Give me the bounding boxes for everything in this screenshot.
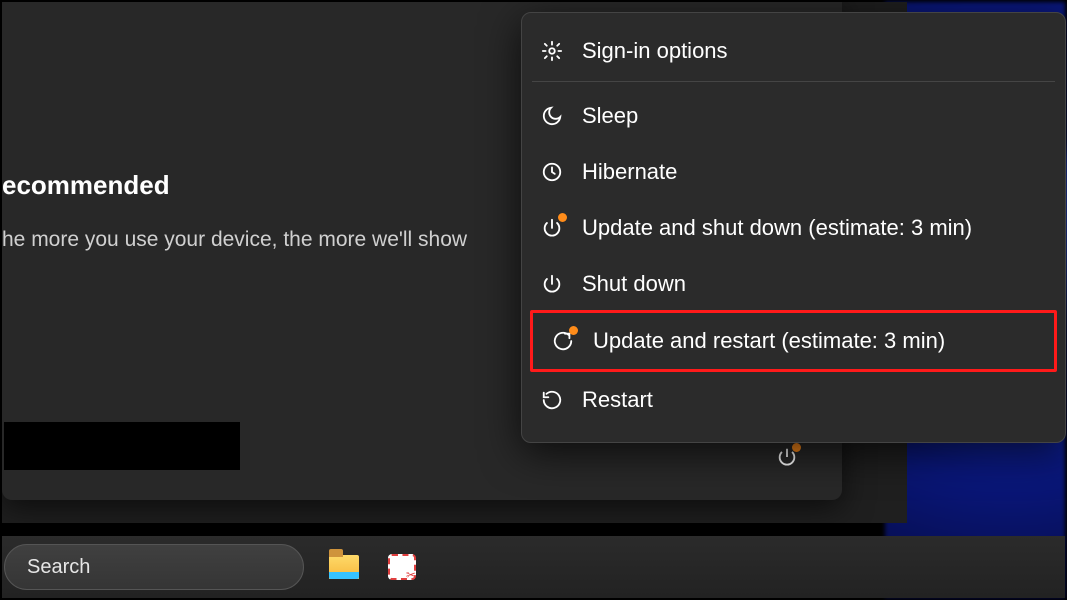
power-menu-item-sleep[interactable]: Sleep <box>522 88 1065 144</box>
clock-icon <box>540 160 564 184</box>
power-menu-item-upd-rest[interactable]: Update and restart (estimate: 3 min) <box>533 313 1054 369</box>
menu-separator <box>532 81 1055 82</box>
menu-item-label: Sign-in options <box>582 38 728 64</box>
power-menu-item-restart[interactable]: Restart <box>522 372 1065 428</box>
power-menu-item-shut[interactable]: Shut down <box>522 256 1065 312</box>
moon-icon <box>540 104 564 128</box>
restart-icon <box>540 388 564 412</box>
power-menu-item-upd-shut[interactable]: Update and shut down (estimate: 3 min) <box>522 200 1065 256</box>
menu-item-label: Sleep <box>582 103 638 129</box>
power-icon <box>540 272 564 296</box>
taskbar-search[interactable]: Search <box>4 544 304 590</box>
search-placeholder: Search <box>27 556 90 579</box>
menu-item-label: Restart <box>582 387 653 413</box>
menu-item-label: Shut down <box>582 271 686 297</box>
snipping-tool-icon[interactable] <box>384 549 420 585</box>
recommended-subtext: he more you use your device, the more we… <box>2 228 467 252</box>
update-badge-icon <box>792 443 801 452</box>
recommended-heading: ecommended <box>2 170 170 201</box>
power-menu-item-hibernate[interactable]: Hibernate <box>522 144 1065 200</box>
menu-item-label: Hibernate <box>582 159 677 185</box>
file-explorer-icon[interactable] <box>326 549 362 585</box>
power-icon <box>776 446 798 468</box>
gear-icon <box>540 39 564 63</box>
power-menu-item-signin[interactable]: Sign-in options <box>522 23 1065 79</box>
menu-item-label: Update and restart (estimate: 3 min) <box>593 328 945 354</box>
restart-arrow-icon <box>551 329 575 353</box>
update-badge-icon <box>558 213 567 222</box>
power-options-menu: Sign-in options Sleep Hibernate Update and … <box>521 12 1066 443</box>
power-button[interactable] <box>770 440 804 474</box>
user-account-area[interactable] <box>4 422 240 470</box>
update-badge-icon <box>569 326 578 335</box>
power-icon <box>540 216 564 240</box>
taskbar: Search <box>2 536 1065 598</box>
menu-item-label: Update and shut down (estimate: 3 min) <box>582 215 972 241</box>
